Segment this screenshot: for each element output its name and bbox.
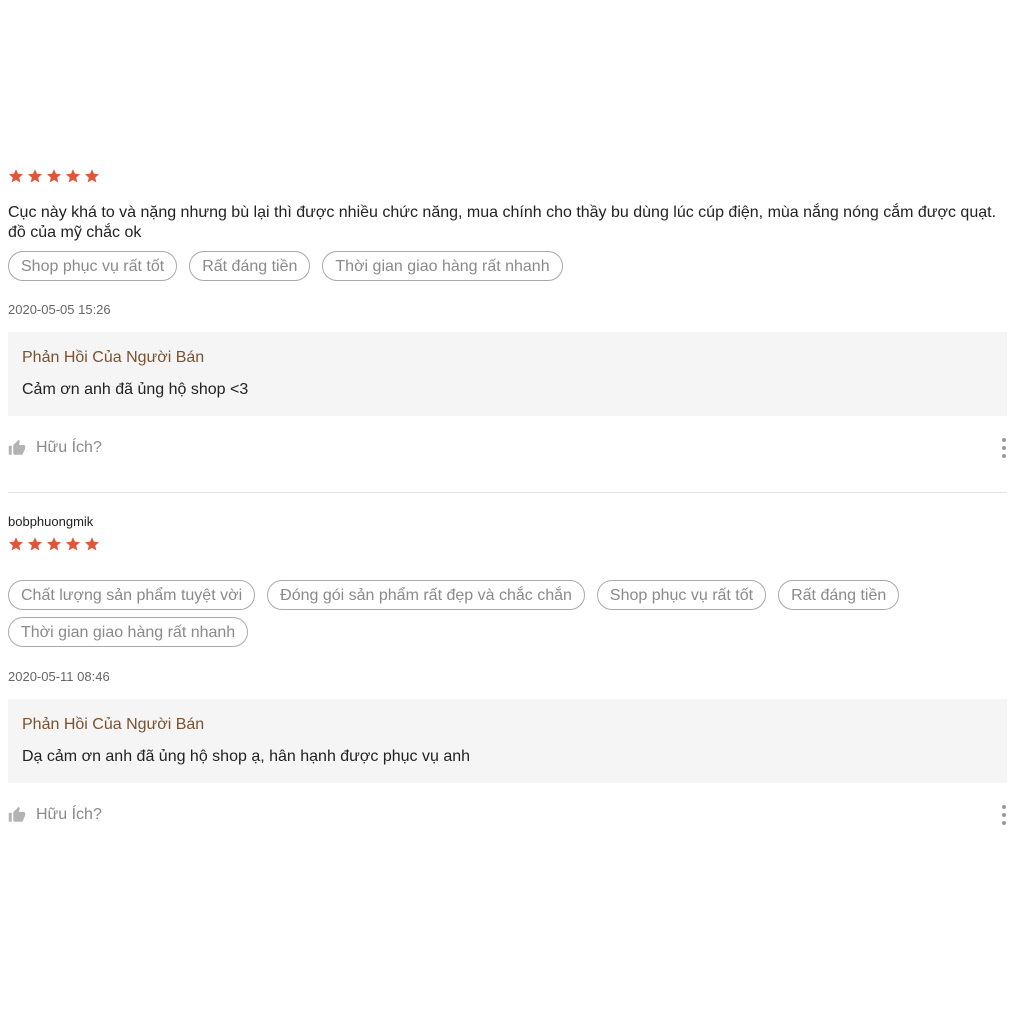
star-icon — [9, 169, 23, 183]
star-icon — [47, 537, 61, 551]
more-options-icon[interactable] — [1001, 804, 1007, 826]
more-options-icon[interactable] — [1001, 437, 1007, 459]
review-timestamp: 2020-05-05 15:26 — [8, 302, 111, 317]
helpful-label: Hữu Ích? — [36, 439, 102, 456]
review-comment: Cục này khá to và nặng nhưng bù lại thì … — [8, 204, 997, 241]
review-tag[interactable]: Chất lượng sản phẩm tuyệt vời — [8, 580, 256, 610]
helpful-button[interactable]: Hữu Ích? — [8, 806, 102, 824]
reviewer-username[interactable]: bobphuongmik — [8, 513, 1007, 531]
thumbs-up-icon — [8, 439, 26, 455]
seller-reply-title: Phản Hồi Của Người Bán — [22, 716, 205, 733]
review-tag[interactable]: Rất đáng tiền — [778, 580, 900, 610]
helpful-label: Hữu Ích? — [36, 806, 102, 823]
star-icon — [66, 537, 80, 551]
star-icon — [28, 537, 42, 551]
seller-reply-text: Dạ cảm ơn anh đã ủng hộ shop ạ, hân hạnh… — [22, 748, 471, 765]
star-rating — [8, 166, 1007, 186]
helpful-row: Hữu Ích? — [8, 804, 1007, 828]
star-icon — [66, 169, 80, 183]
review-tag[interactable]: Thời gian giao hàng rất nhanh — [8, 617, 249, 647]
review-item: bobphuongmik Chất lượng sản phẩm tuyệt v… — [8, 513, 1007, 828]
seller-reply-text: Cảm ơn anh đã ủng hộ shop <3 — [22, 381, 249, 398]
star-icon — [28, 169, 42, 183]
star-icon — [85, 169, 99, 183]
review-tags: Chất lượng sản phẩm tuyệt vời Đóng gói s… — [8, 580, 1007, 647]
star-icon — [85, 537, 99, 551]
seller-reply: Phản Hồi Của Người Bán Dạ cảm ơn anh đã … — [8, 699, 1007, 783]
star-icon — [47, 169, 61, 183]
star-rating — [8, 534, 1007, 554]
seller-reply-title: Phản Hồi Của Người Bán — [22, 349, 205, 366]
review-tag[interactable]: Shop phục vụ rất tốt — [8, 251, 178, 281]
helpful-button[interactable]: Hữu Ích? — [8, 439, 102, 457]
review-tag[interactable]: Thời gian giao hàng rất nhanh — [322, 251, 563, 281]
review-timestamp: 2020-05-11 08:46 — [8, 669, 110, 684]
seller-reply: Phản Hồi Của Người Bán Cảm ơn anh đã ủng… — [8, 332, 1007, 416]
review-tag[interactable]: Rất đáng tiền — [189, 251, 311, 281]
review-tag[interactable]: Shop phục vụ rất tốt — [596, 580, 767, 610]
review-tag[interactable]: Đóng gói sản phẩm rất đẹp và chắc chắn — [267, 580, 585, 610]
review-item: Cục này khá to và nặng nhưng bù lại thì … — [8, 166, 1007, 461]
review-tags: Shop phục vụ rất tốt Rất đáng tiền Thời … — [8, 251, 1007, 281]
thumbs-up-icon — [8, 806, 26, 822]
review-divider — [8, 492, 1007, 493]
star-icon — [9, 537, 23, 551]
helpful-row: Hữu Ích? — [8, 437, 1007, 461]
